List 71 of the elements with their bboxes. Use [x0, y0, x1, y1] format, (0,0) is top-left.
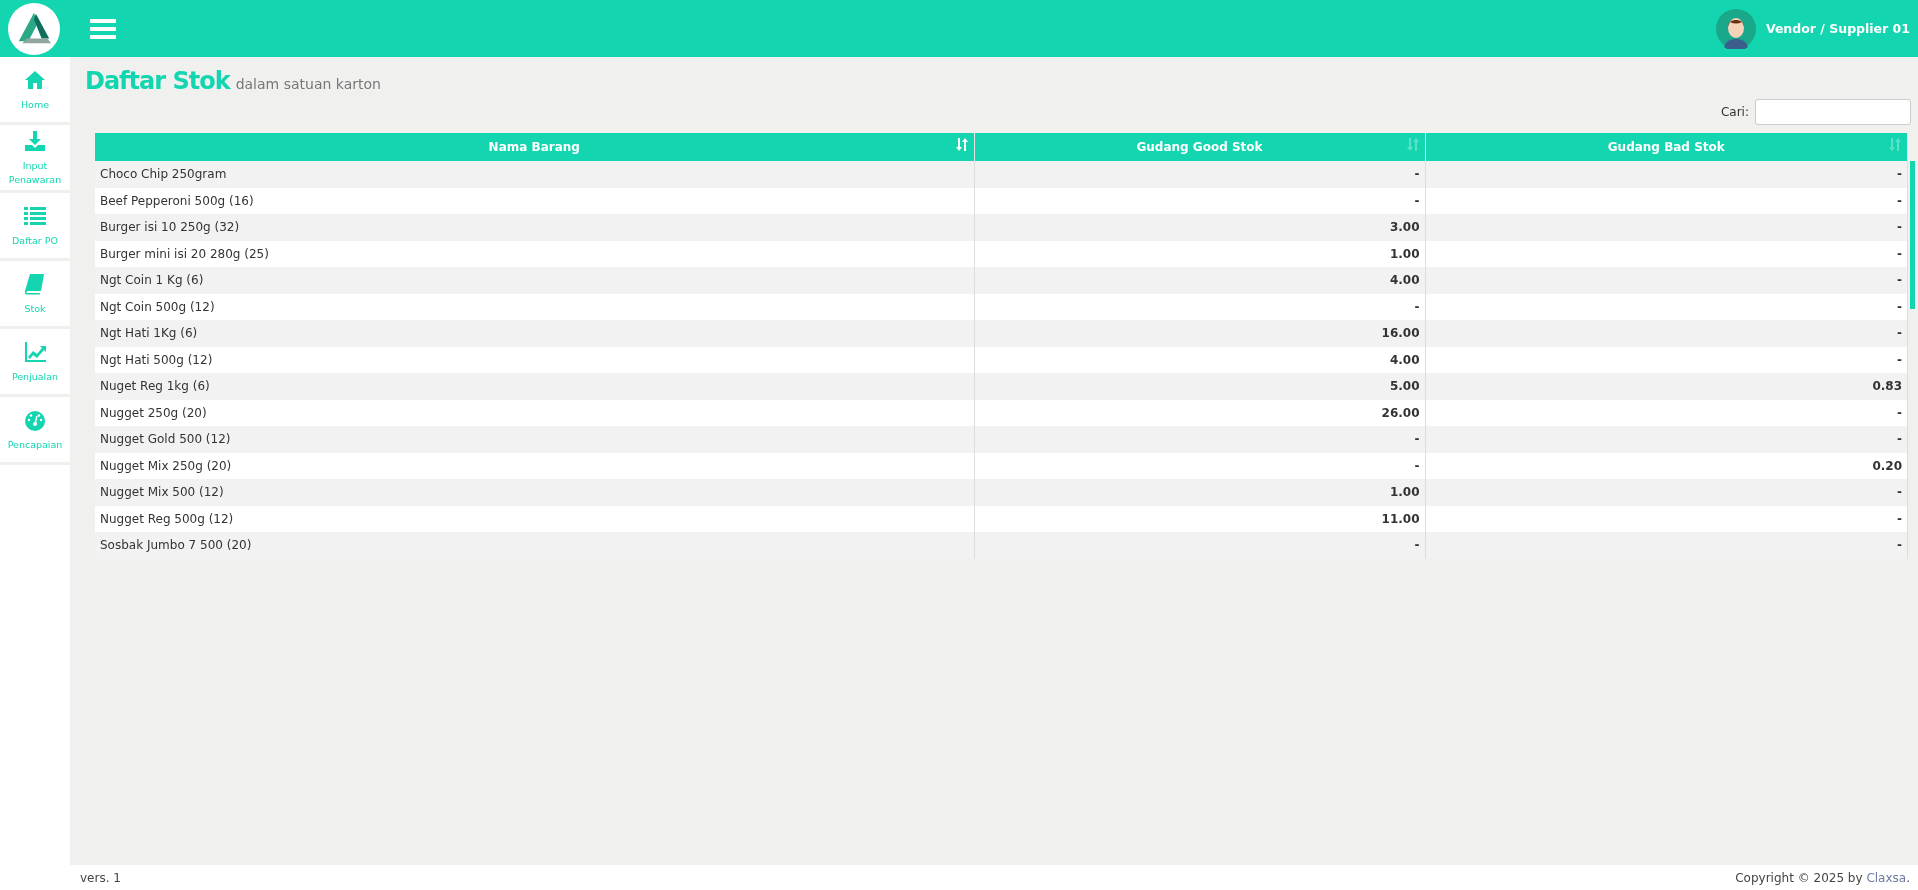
table-cell: 11.00 — [974, 505, 1425, 532]
sort-icon[interactable] — [1889, 138, 1901, 151]
table-cell: 26.00 — [974, 399, 1425, 426]
user-name[interactable]: Vendor / Supplier 01 — [1765, 21, 1910, 36]
table-cell: - — [1425, 267, 1908, 294]
book-icon — [23, 271, 47, 296]
table-cell: 1.00 — [974, 240, 1425, 267]
table-cell: 4.00 — [974, 267, 1425, 294]
column-header[interactable]: Gudang Bad Stok — [1425, 133, 1908, 161]
table-cell: - — [1425, 293, 1908, 320]
table-cell: Nuget Reg 1kg (6) — [95, 373, 974, 400]
table-cell: Ngt Coin 1 Kg (6) — [95, 267, 974, 294]
company-link[interactable]: Claxsa — [1866, 870, 1907, 885]
table-cell: - — [1425, 240, 1908, 267]
avatar-icon[interactable] — [1715, 8, 1756, 49]
table-cell: 1.00 — [974, 479, 1425, 506]
table-cell: 3.00 — [974, 214, 1425, 241]
table-cell: Ngt Hati 1Kg (6) — [95, 320, 974, 347]
table-cell: 16.00 — [974, 320, 1425, 347]
download-icon — [23, 129, 47, 154]
table-cell: Nugget Mix 500 (12) — [95, 479, 974, 506]
table-cell: - — [1425, 346, 1908, 373]
search-field[interactable] — [1755, 99, 1911, 125]
table-cell: Nugget Mix 250g (20) — [95, 452, 974, 479]
table-cell: Ngt Hati 500g (12) — [95, 346, 974, 373]
table-cell: Beef Pepperoni 500g (16) — [95, 187, 974, 214]
table-cell: - — [974, 293, 1425, 320]
scrollbar[interactable] — [1910, 161, 1915, 309]
table-cell: - — [1425, 187, 1908, 214]
table-cell: Burger isi 10 250g (32) — [95, 214, 974, 241]
page-title: Daftar Stok — [85, 67, 230, 95]
menu-icon[interactable] — [90, 17, 116, 40]
table-cell: Nugget Gold 500 (12) — [95, 426, 974, 453]
table-cell: - — [974, 452, 1425, 479]
page-subtitle: dalam satuan karton — [235, 76, 381, 92]
sidebar-item[interactable]: Pencapaian — [0, 397, 70, 465]
table-cell: 0.83 — [1425, 373, 1908, 400]
sidebar-item[interactable]: Daftar PO — [0, 193, 70, 261]
table-cell: 0.20 — [1425, 452, 1908, 479]
table-cell: Choco Chip 250gram — [95, 161, 974, 188]
table-cell: 4.00 — [974, 346, 1425, 373]
column-header[interactable]: Nama Barang — [95, 133, 974, 161]
table-cell: Ngt Coin 500g (12) — [95, 293, 974, 320]
table-cell: - — [974, 426, 1425, 453]
table-cell: - — [1425, 214, 1908, 241]
table-cell: - — [1425, 532, 1908, 559]
table-cell: - — [1425, 161, 1908, 188]
column-header[interactable]: Gudang Good Stok — [974, 133, 1425, 161]
table-cell: Burger mini isi 20 280g (25) — [95, 240, 974, 267]
sidebar-item[interactable]: Penjualan — [0, 329, 70, 397]
table-cell: - — [974, 532, 1425, 559]
sidebar-item[interactable]: Stok — [0, 261, 70, 329]
table-cell: - — [1425, 320, 1908, 347]
search-label: Cari: — [1720, 105, 1749, 119]
table-cell: - — [1425, 426, 1908, 453]
table-cell: - — [1425, 479, 1908, 506]
table-cell: 5.00 — [974, 373, 1425, 400]
table-cell: - — [974, 187, 1425, 214]
table-cell: Sosbak Jumbo 7 500 (20) — [95, 532, 974, 559]
table-cell: Nugget Reg 500g (12) — [95, 505, 974, 532]
sort-icon[interactable] — [1406, 138, 1419, 151]
chart-icon — [23, 339, 47, 364]
sort-icon[interactable] — [955, 138, 968, 151]
copyright-text: Copyright © 2025 by Claxsa. — [1735, 870, 1910, 885]
sidebar-item[interactable]: Input Penawaran — [0, 125, 70, 193]
table-cell: - — [1425, 399, 1908, 426]
version-text: vers. 1 — [80, 870, 121, 885]
table-cell: - — [974, 161, 1425, 188]
table-cell: Nugget 250g (20) — [95, 399, 974, 426]
table-cell: - — [1425, 505, 1908, 532]
sidebar-item[interactable]: Home — [0, 57, 70, 125]
